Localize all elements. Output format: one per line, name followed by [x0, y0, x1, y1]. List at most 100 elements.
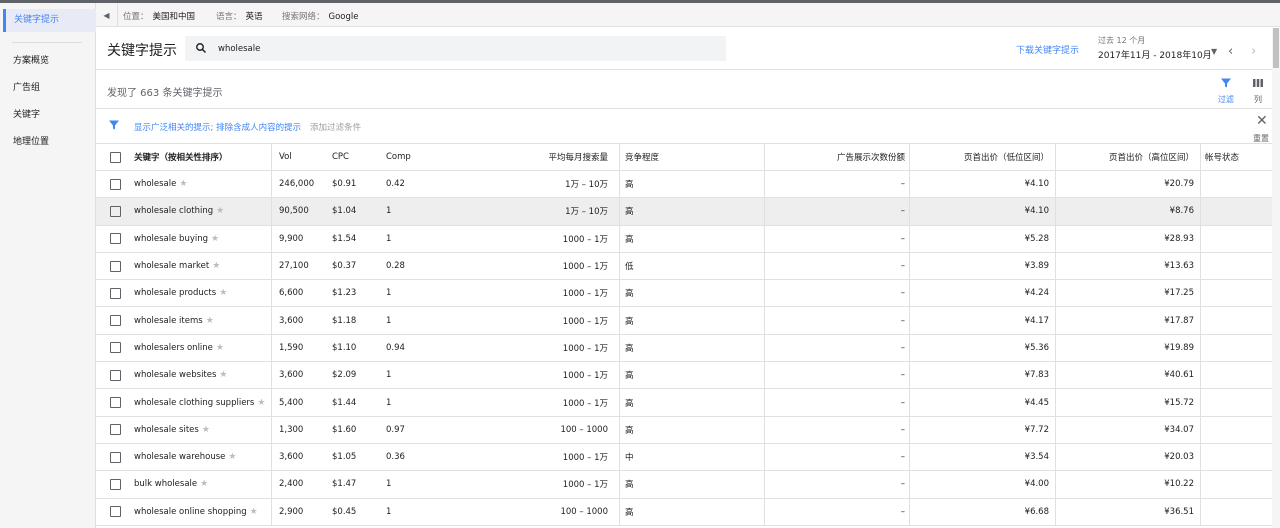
columns-icon [1253, 79, 1263, 87]
nav-item-locations[interactable]: 地理位置 [13, 134, 49, 147]
nav-divider [12, 42, 82, 43]
download-keyword-ideas-link[interactable]: 下载关键字提示 [1016, 43, 1079, 56]
star-icon[interactable]: ★ [219, 288, 227, 298]
table-row[interactable]: wholesale items ★ 3,600 $1.18 1 1000 – 1万… [96, 307, 1280, 335]
avg-monthly-cell: 100 – 1000 [560, 506, 608, 517]
comp-cell: 1 [386, 315, 392, 326]
nav-item-plan-overview[interactable]: 方案概览 [13, 53, 49, 66]
location-setting[interactable]: 位置： 美国和中国 [123, 10, 195, 22]
column-header-bid-low[interactable]: 页首出价（低位区间） [911, 144, 1049, 170]
active-filters-link[interactable]: 显示广泛相关的提示; 排除含成人内容的提示 [134, 121, 301, 133]
bid-high-cell: ¥34.07 [1164, 424, 1194, 435]
table-row[interactable]: wholesale ★ 246,000 $0.91 0.42 1万 – 10万 高… [96, 171, 1280, 199]
keyword-text: wholesale items [134, 315, 203, 326]
row-checkbox[interactable] [110, 178, 121, 190]
star-icon[interactable]: ★ [216, 343, 224, 353]
table-row[interactable]: wholesale online shopping ★ 2,900 $0.45 1… [96, 498, 1280, 526]
star-icon[interactable]: ★ [211, 234, 219, 244]
table-row[interactable]: wholesalers online ★ 1,590 $1.10 0.94 100… [96, 334, 1280, 363]
search-input[interactable] [218, 41, 698, 56]
column-header-comp[interactable]: Comp [386, 144, 411, 170]
table-row[interactable]: wholesale market ★ 27,100 $0.37 0.28 1000… [96, 252, 1280, 281]
nav-item-keyword-ideas[interactable]: 关键字提示 [3, 9, 96, 32]
star-icon[interactable]: ★ [206, 316, 214, 326]
column-header-keyword[interactable]: 关键字（按相关性排序） [134, 144, 228, 170]
table-row[interactable]: wholesale sites ★ 1,300 $1.60 0.97 100 – … [96, 416, 1280, 444]
row-checkbox[interactable] [110, 287, 121, 299]
star-icon[interactable]: ★ [212, 261, 220, 271]
competition-cell: 高 [625, 289, 634, 300]
date-range-selector[interactable]: 2017年11月 - 2018年10月 [1098, 48, 1212, 61]
table-header-row: 关键字（按相关性排序） Vol CPC Comp 平均每月搜索量 竞争程度 广告… [96, 144, 1280, 171]
vol-cell: 6,600 [279, 288, 304, 299]
row-checkbox[interactable] [110, 342, 121, 354]
column-header-impression-share[interactable]: 广告展示次数份额 [766, 144, 905, 170]
star-icon[interactable]: ★ [228, 452, 236, 462]
comp-cell: 1 [386, 288, 392, 299]
row-checkbox[interactable] [110, 506, 121, 518]
star-icon[interactable]: ★ [202, 425, 210, 435]
columns-tool-button[interactable]: 列 [1246, 77, 1270, 105]
impression-share-cell: – [900, 233, 905, 244]
funnel-icon [1221, 78, 1231, 88]
star-icon[interactable]: ★ [179, 179, 187, 189]
vol-cell: 90,500 [279, 206, 309, 217]
table-row[interactable]: wholesale clothing suppliers ★ 5,400 $1.4… [96, 389, 1280, 417]
cpc-cell: $1.47 [332, 479, 357, 490]
bid-low-cell: ¥3.89 [1024, 261, 1049, 272]
network-setting[interactable]: 搜索网络： Google [282, 10, 359, 22]
column-header-avg-monthly[interactable]: 平均每月搜索量 [516, 144, 608, 170]
add-filter-link[interactable]: 添加过滤条件 [310, 121, 361, 133]
row-checkbox[interactable] [110, 315, 121, 327]
table-row[interactable]: wholesale products ★ 6,600 $1.23 1 1000 –… [96, 280, 1280, 308]
keyword-cell: wholesale websites ★ [134, 362, 228, 388]
bid-high-cell: ¥19.89 [1164, 342, 1194, 353]
reset-filters-label[interactable]: 重置 [1253, 133, 1269, 144]
scrollbar[interactable] [1272, 28, 1280, 528]
close-icon[interactable]: ✕ [1256, 113, 1268, 129]
keyword-cell: wholesale warehouse ★ [134, 444, 236, 470]
table-row[interactable]: wholesale clothing ★ 90,500 $1.04 1 1万 – … [96, 198, 1280, 226]
star-icon[interactable]: ★ [250, 507, 258, 517]
chevron-left-icon[interactable]: ‹ [1228, 44, 1233, 59]
column-header-bid-high[interactable]: 页首出价（高位区间） [1056, 144, 1194, 170]
avg-monthly-cell: 1万 – 10万 [565, 207, 608, 218]
row-checkbox[interactable] [110, 424, 121, 436]
table-row[interactable]: wholesale websites ★ 3,600 $2.09 1 1000 –… [96, 362, 1280, 390]
chevron-right-icon[interactable]: › [1251, 44, 1256, 59]
star-icon[interactable]: ★ [216, 206, 224, 216]
bid-high-cell: ¥40.61 [1164, 370, 1194, 381]
star-icon[interactable]: ★ [257, 398, 265, 408]
star-icon[interactable]: ★ [200, 479, 208, 489]
star-icon[interactable]: ★ [219, 370, 227, 380]
table-row[interactable]: wholesale buying ★ 9,900 $1.54 1 1000 – 1… [96, 225, 1280, 253]
nav-item-ad-groups[interactable]: 广告组 [13, 80, 40, 93]
competition-cell: 高 [625, 425, 634, 436]
row-checkbox[interactable] [110, 260, 121, 272]
row-checkbox[interactable] [110, 451, 121, 463]
scrollbar-thumb[interactable] [1273, 28, 1279, 68]
row-checkbox[interactable] [110, 478, 121, 490]
keyword-text: wholesale buying [134, 233, 209, 244]
row-checkbox[interactable] [110, 369, 121, 381]
column-header-account-status[interactable]: 帐号状态 [1205, 144, 1239, 170]
row-checkbox[interactable] [110, 205, 121, 217]
table-row[interactable]: bulk wholesale ★ 2,400 $1.47 1 1000 – 1万 … [96, 471, 1280, 499]
row-checkbox[interactable] [110, 233, 121, 245]
competition-cell: 高 [625, 180, 634, 191]
collapse-nav-button[interactable]: ◀ [96, 3, 118, 27]
column-header-cpc[interactable]: CPC [332, 144, 349, 170]
dropdown-triangle-icon[interactable]: ▼ [1211, 47, 1217, 56]
keyword-cell: wholesalers online ★ [134, 335, 224, 361]
filter-tool-button[interactable]: 过滤 [1214, 77, 1238, 105]
language-setting[interactable]: 语言： 英语 [216, 10, 263, 22]
row-checkbox[interactable] [110, 397, 121, 409]
keyword-search-box[interactable] [185, 36, 726, 61]
vol-cell: 27,100 [279, 261, 309, 272]
comp-cell: 0.42 [386, 179, 405, 190]
table-row[interactable]: wholesale warehouse ★ 3,600 $1.05 0.36 10… [96, 443, 1280, 472]
column-header-vol[interactable]: Vol [279, 144, 292, 170]
column-header-competition[interactable]: 竞争程度 [625, 144, 659, 170]
nav-item-keywords[interactable]: 关键字 [13, 107, 40, 120]
select-all-checkbox[interactable] [110, 151, 121, 163]
